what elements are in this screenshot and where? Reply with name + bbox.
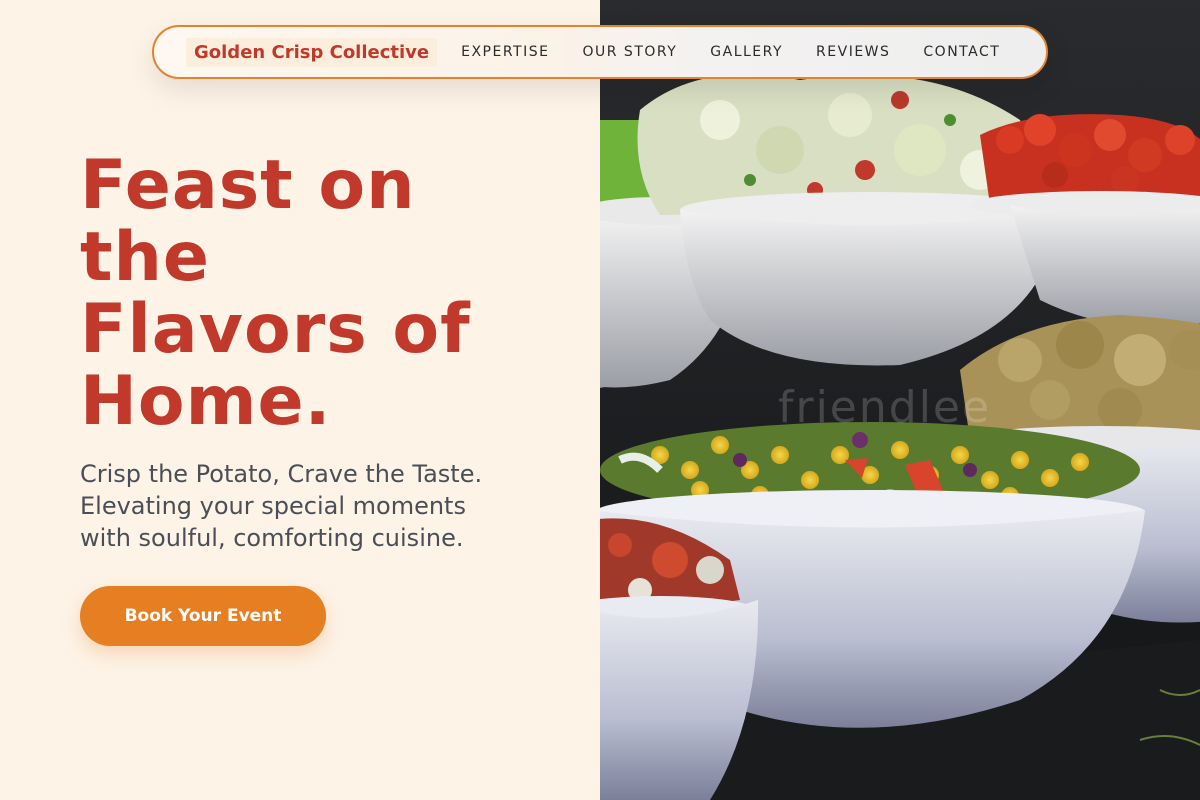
hero-title-line: Flavors of bbox=[80, 290, 471, 369]
nav-link-our-story[interactable]: OUR STORY bbox=[582, 44, 677, 60]
image-watermark: friendlee bbox=[778, 382, 992, 433]
nav-links: EXPERTISE OUR STORY GALLERY REVIEWS CONT… bbox=[461, 44, 1033, 60]
hero-title-line: Feast on bbox=[80, 146, 416, 225]
hero-subtitle-line: with soulful, comforting cuisine. bbox=[80, 524, 464, 552]
hero-image-panel: friendlee bbox=[600, 0, 1200, 800]
nav-link-reviews[interactable]: REVIEWS bbox=[816, 44, 890, 60]
nav-link-gallery[interactable]: GALLERY bbox=[710, 44, 783, 60]
hero-title-line: Home. bbox=[80, 362, 332, 441]
hero-title-line: the bbox=[80, 218, 211, 297]
hero-subtitle-line: Elevating your special moments bbox=[80, 492, 466, 520]
hero-title: Feast on the Flavors of Home. bbox=[80, 150, 540, 438]
top-navbar: Golden Crisp Collective EXPERTISE OUR ST… bbox=[152, 25, 1048, 79]
hero-subtitle: Crisp the Potato, Crave the Taste. Eleva… bbox=[80, 458, 510, 554]
book-event-button[interactable]: Book Your Event bbox=[80, 586, 326, 646]
nav-link-contact[interactable]: CONTACT bbox=[923, 44, 1000, 60]
brand-logo-text[interactable]: Golden Crisp Collective bbox=[186, 37, 438, 67]
hero-subtitle-line: Crisp the Potato, Crave the Taste. bbox=[80, 460, 483, 488]
nav-link-expertise[interactable]: EXPERTISE bbox=[461, 44, 549, 60]
